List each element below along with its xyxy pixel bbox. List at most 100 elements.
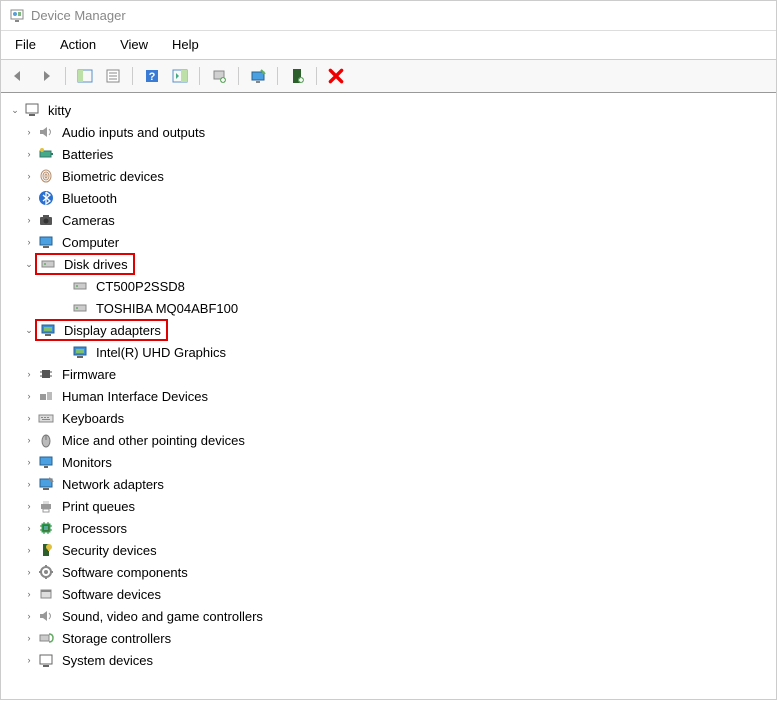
tree-label: Display adapters xyxy=(61,322,164,339)
category-audio[interactable]: › Audio inputs and outputs xyxy=(3,121,774,143)
security-icon xyxy=(37,541,55,559)
tree-label: Audio inputs and outputs xyxy=(59,124,208,141)
menu-view[interactable]: View xyxy=(110,35,158,55)
forward-button[interactable] xyxy=(33,64,59,88)
expand-icon[interactable]: › xyxy=(21,366,37,382)
expand-icon[interactable]: › xyxy=(21,234,37,250)
expand-icon[interactable]: › xyxy=(21,564,37,580)
category-storage-controllers[interactable]: › Storage controllers xyxy=(3,627,774,649)
expand-icon[interactable]: › xyxy=(21,476,37,492)
category-keyboards[interactable]: › Keyboards xyxy=(3,407,774,429)
tree-label: System devices xyxy=(59,652,156,669)
device-disk-toshiba[interactable]: TOSHIBA MQ04ABF100 xyxy=(3,297,774,319)
expand-icon[interactable]: › xyxy=(21,432,37,448)
collapse-icon[interactable]: ⌄ xyxy=(7,102,23,118)
category-print-queues[interactable]: › Print queues xyxy=(3,495,774,517)
tree-label: TOSHIBA MQ04ABF100 xyxy=(93,300,241,317)
tree-label: Software devices xyxy=(59,586,164,603)
help-button[interactable]: ? xyxy=(139,64,165,88)
expand-icon[interactable]: › xyxy=(21,586,37,602)
uninstall-button[interactable] xyxy=(245,64,271,88)
tree-label: Biometric devices xyxy=(59,168,167,185)
menu-help[interactable]: Help xyxy=(162,35,209,55)
tree-label: Sound, video and game controllers xyxy=(59,608,266,625)
expand-icon[interactable]: › xyxy=(21,652,37,668)
tree-root[interactable]: ⌄ kitty xyxy=(3,99,774,121)
device-tree[interactable]: ⌄ kitty › Audio inputs and outputs › Bat… xyxy=(1,93,776,701)
tree-label: Batteries xyxy=(59,146,116,163)
category-monitors[interactable]: › Monitors xyxy=(3,451,774,473)
scan-hardware-button[interactable] xyxy=(284,64,310,88)
disk-icon xyxy=(71,277,89,295)
expand-icon[interactable]: › xyxy=(21,146,37,162)
window-title: Device Manager xyxy=(31,8,126,23)
expand-icon[interactable]: › xyxy=(21,630,37,646)
category-network[interactable]: › Network adapters xyxy=(3,473,774,495)
expand-icon[interactable]: › xyxy=(21,498,37,514)
tree-label: Bluetooth xyxy=(59,190,120,207)
toolbar-separator xyxy=(199,67,200,85)
menu-action[interactable]: Action xyxy=(50,35,106,55)
category-software-devices[interactable]: › Software devices xyxy=(3,583,774,605)
expand-icon[interactable]: › xyxy=(21,608,37,624)
storage-controller-icon xyxy=(37,629,55,647)
back-button[interactable] xyxy=(5,64,31,88)
category-biometric[interactable]: › Biometric devices xyxy=(3,165,774,187)
category-cameras[interactable]: › Cameras xyxy=(3,209,774,231)
toolbar-separator xyxy=(238,67,239,85)
category-mice[interactable]: › Mice and other pointing devices xyxy=(3,429,774,451)
category-system-devices[interactable]: › System devices xyxy=(3,649,774,671)
category-bluetooth[interactable]: › Bluetooth xyxy=(3,187,774,209)
properties-button[interactable] xyxy=(100,64,126,88)
category-sound[interactable]: › Sound, video and game controllers xyxy=(3,605,774,627)
keyboard-icon xyxy=(37,409,55,427)
category-software-components[interactable]: › Software components xyxy=(3,561,774,583)
toolbar-separator xyxy=(132,67,133,85)
category-firmware[interactable]: › Firmware xyxy=(3,363,774,385)
device-disk-ct500[interactable]: CT500P2SSD8 xyxy=(3,275,774,297)
expand-icon[interactable]: › xyxy=(21,190,37,206)
tree-label: Human Interface Devices xyxy=(59,388,211,405)
component-icon xyxy=(37,563,55,581)
tree-label: Disk drives xyxy=(61,256,131,273)
spacer-icon xyxy=(55,344,71,360)
spacer-icon xyxy=(55,278,71,294)
bluetooth-icon xyxy=(37,189,55,207)
tree-label: Network adapters xyxy=(59,476,167,493)
category-security-devices[interactable]: › Security devices xyxy=(3,539,774,561)
update-driver-button[interactable] xyxy=(206,64,232,88)
menu-file[interactable]: File xyxy=(5,35,46,55)
chip-icon xyxy=(37,365,55,383)
category-processors[interactable]: › Processors xyxy=(3,517,774,539)
spacer-icon xyxy=(55,300,71,316)
expand-icon[interactable]: › xyxy=(21,212,37,228)
expand-icon[interactable]: › xyxy=(21,168,37,184)
show-hide-tree-button[interactable] xyxy=(72,64,98,88)
toolbar-separator xyxy=(316,67,317,85)
category-computer[interactable]: › Computer xyxy=(3,231,774,253)
expand-icon[interactable]: › xyxy=(21,520,37,536)
expand-icon[interactable]: › xyxy=(21,388,37,404)
refresh-button[interactable] xyxy=(167,64,193,88)
speaker-icon xyxy=(37,123,55,141)
delete-button[interactable] xyxy=(323,64,349,88)
category-hid[interactable]: › Human Interface Devices xyxy=(3,385,774,407)
expand-icon[interactable]: › xyxy=(21,454,37,470)
tree-label: Security devices xyxy=(59,542,160,559)
display-adapter-icon xyxy=(71,343,89,361)
category-disk-drives[interactable]: ⌄ Disk drives xyxy=(3,253,774,275)
monitor-icon xyxy=(37,453,55,471)
toolbar-separator xyxy=(277,67,278,85)
device-intel-uhd[interactable]: Intel(R) UHD Graphics xyxy=(3,341,774,363)
expand-icon[interactable]: › xyxy=(21,542,37,558)
tree-label: Processors xyxy=(59,520,130,537)
expand-icon[interactable]: › xyxy=(21,124,37,140)
category-batteries[interactable]: › Batteries xyxy=(3,143,774,165)
tree-label: Firmware xyxy=(59,366,119,383)
tree-label: Print queues xyxy=(59,498,138,515)
svg-text:?: ? xyxy=(149,71,156,83)
expand-icon[interactable]: › xyxy=(21,410,37,426)
system-icon xyxy=(37,651,55,669)
category-display-adapters[interactable]: ⌄ Display adapters xyxy=(3,319,774,341)
disk-icon xyxy=(71,299,89,317)
